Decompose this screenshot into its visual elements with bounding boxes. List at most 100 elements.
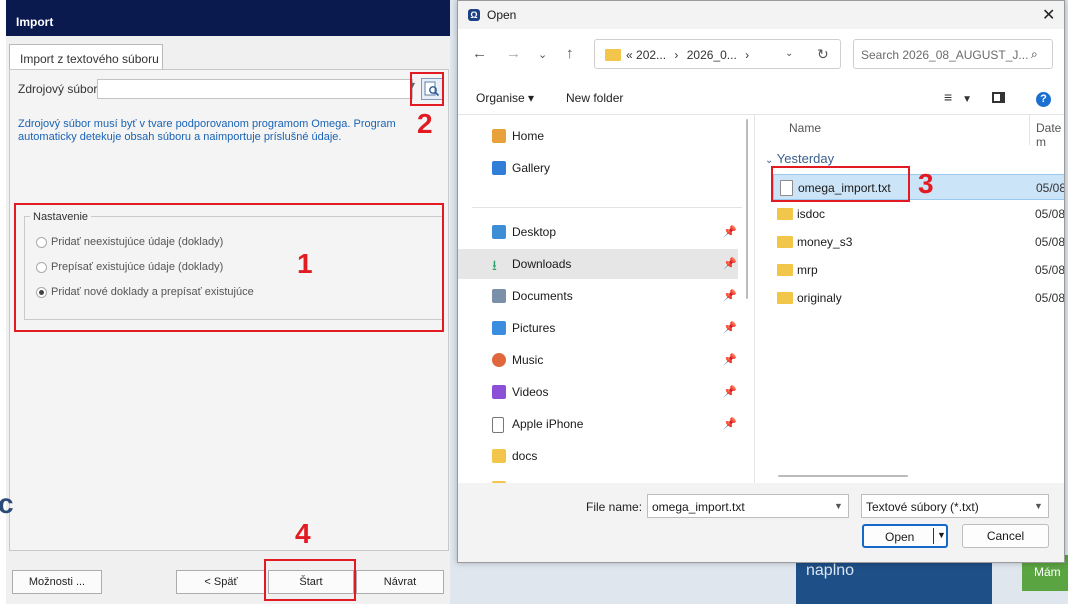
pin-icon: 📌: [723, 386, 737, 398]
breadcrumb-separator: ›: [745, 48, 750, 62]
back-button[interactable]: < Späť: [176, 570, 266, 594]
file-item-isdoc[interactable]: isdoc 05/08/: [773, 201, 1064, 227]
gallery-icon: [492, 161, 506, 175]
nav-item-docs[interactable]: docs: [458, 441, 738, 471]
import-title: Import: [16, 15, 54, 29]
annotation-number-1: 1: [297, 248, 313, 279]
file-name-input[interactable]: omega_import.txt ▼: [647, 494, 849, 518]
up-arrow-icon[interactable]: ↑: [566, 45, 574, 62]
forward-arrow-icon[interactable]: →: [506, 45, 521, 62]
omega-app-icon: Ω: [468, 9, 480, 21]
chevron-down-icon[interactable]: ▼: [1034, 501, 1043, 511]
nav-divider: [472, 207, 742, 208]
annotation-box-1: [14, 203, 444, 332]
preview-pane-icon[interactable]: [991, 92, 1005, 103]
import-title-bar: Import: [6, 0, 450, 36]
left-letter: c: [0, 488, 14, 519]
cancel-button[interactable]: Cancel: [962, 524, 1049, 548]
return-button[interactable]: Návrat: [356, 570, 444, 594]
breadcrumb-item[interactable]: 2026_0...: [687, 48, 737, 62]
group-header-yesterday[interactable]: ⌄ Yesterday: [765, 151, 834, 166]
open-title-bar: Ω Open ✕: [458, 1, 1064, 29]
nav-item-music[interactable]: Music 📌: [458, 345, 738, 375]
navigation-pane: Home Gallery Desktop 📌 ⭳ Downloads 📌 Doc…: [458, 115, 746, 483]
chevron-down-icon[interactable]: ▼: [962, 94, 972, 105]
file-name-label: File name:: [586, 500, 643, 514]
address-bar[interactable]: « 202... › 2026_0... › ⌄ ↻: [594, 39, 841, 69]
dialog-footer: File name: omega_import.txt ▼ Textové sú…: [458, 483, 1064, 562]
new-folder-button[interactable]: New folder: [566, 91, 623, 105]
nav-item-apple-iphone[interactable]: Apple iPhone 📌: [458, 409, 738, 439]
nav-item-documents[interactable]: Documents 📌: [458, 281, 738, 311]
docs-folder-icon: [492, 449, 506, 463]
column-divider[interactable]: [1029, 115, 1030, 145]
pin-icon: 📌: [723, 354, 737, 366]
nav-scrollbar[interactable]: [746, 119, 752, 299]
annotation-number-3: 3: [918, 168, 934, 199]
annotation-box-3: [771, 166, 910, 202]
import-info-text: Zdrojový súbor musí byť v tvare podporov…: [18, 118, 396, 143]
pictures-icon: [492, 321, 506, 335]
nav-item-home[interactable]: Home: [458, 121, 738, 151]
nav-item-videos[interactable]: Videos 📌: [458, 377, 738, 407]
search-icon: ⌕: [1031, 47, 1038, 61]
promo-text: naplno: [806, 562, 855, 579]
nav-item-pictures[interactable]: Pictures 📌: [458, 313, 738, 343]
annotation-box-4: [264, 559, 356, 601]
annotation-number-4: 4: [295, 518, 311, 549]
folder-icon: [605, 49, 621, 61]
desktop-icon: [492, 225, 506, 239]
column-date-header[interactable]: Date m: [1036, 121, 1064, 149]
documents-icon: [492, 289, 506, 303]
back-arrow-icon[interactable]: ←: [472, 45, 487, 62]
file-type-select[interactable]: Textové súbory (*.txt) ▼: [861, 494, 1049, 518]
chevron-down-icon[interactable]: ⌄: [785, 48, 793, 59]
file-item-mrp[interactable]: mrp 05/08/: [773, 257, 1064, 283]
source-file-input[interactable]: [97, 79, 413, 99]
annotation-number-2: 2: [417, 108, 433, 139]
search-input[interactable]: Search 2026_08_AUGUST_J...: [861, 48, 1028, 62]
nav-item-partial[interactable]: [458, 473, 738, 483]
pin-icon: 📌: [723, 418, 737, 430]
breadcrumb-separator: ›: [674, 48, 679, 62]
file-item-money-s3[interactable]: money_s3 05/08/: [773, 229, 1064, 255]
nav-item-gallery[interactable]: Gallery: [458, 153, 738, 183]
refresh-icon[interactable]: ↻: [817, 46, 829, 63]
nav-item-downloads[interactable]: ⭳ Downloads 📌: [458, 249, 738, 279]
file-item-originaly[interactable]: originaly 05/08/: [773, 285, 1064, 311]
phone-icon: [492, 417, 504, 433]
nav-item-desktop[interactable]: Desktop 📌: [458, 217, 738, 247]
annotation-box-2: [410, 72, 444, 106]
organise-menu[interactable]: Organise ▾: [476, 91, 534, 105]
open-title: Open: [487, 8, 517, 22]
breadcrumb-overflow[interactable]: «: [626, 48, 633, 62]
recent-chevron-icon[interactable]: ⌄: [538, 48, 547, 61]
open-file-dialog: Ω Open ✕ ← → ⌄ ↑ « 202... › 2026_0... › …: [457, 0, 1065, 563]
breadcrumb-item[interactable]: 202...: [636, 48, 666, 62]
options-button[interactable]: Možnosti ...: [12, 570, 102, 594]
folder-icon: [777, 264, 793, 276]
green-text: Mám: [1034, 565, 1061, 579]
open-button[interactable]: Open ▼: [862, 524, 948, 548]
folder-icon: [777, 292, 793, 304]
videos-icon: [492, 385, 506, 399]
music-icon: [492, 353, 506, 367]
close-icon[interactable]: ✕: [1042, 5, 1055, 25]
column-name-header[interactable]: Name: [789, 121, 821, 135]
file-list-scrollbar[interactable]: [778, 475, 908, 477]
home-icon: [492, 129, 506, 143]
tab-import-text-file[interactable]: Import z textového súboru: [9, 44, 163, 71]
download-icon: ⭳: [492, 257, 497, 273]
pin-icon: 📌: [723, 226, 737, 238]
split-divider: [933, 528, 934, 544]
background-left-edge: c: [0, 488, 14, 548]
pin-icon: 📌: [723, 290, 737, 302]
search-box[interactable]: Search 2026_08_AUGUST_J... ⌕: [853, 39, 1053, 69]
chevron-down-icon[interactable]: ▼: [834, 501, 843, 511]
folder-icon: [777, 208, 793, 220]
view-list-icon[interactable]: ≡: [944, 89, 952, 105]
pin-icon: 📌: [723, 258, 737, 270]
pin-icon: 📌: [723, 322, 737, 334]
chevron-down-icon[interactable]: ▼: [937, 530, 946, 540]
help-icon[interactable]: ?: [1036, 92, 1051, 107]
